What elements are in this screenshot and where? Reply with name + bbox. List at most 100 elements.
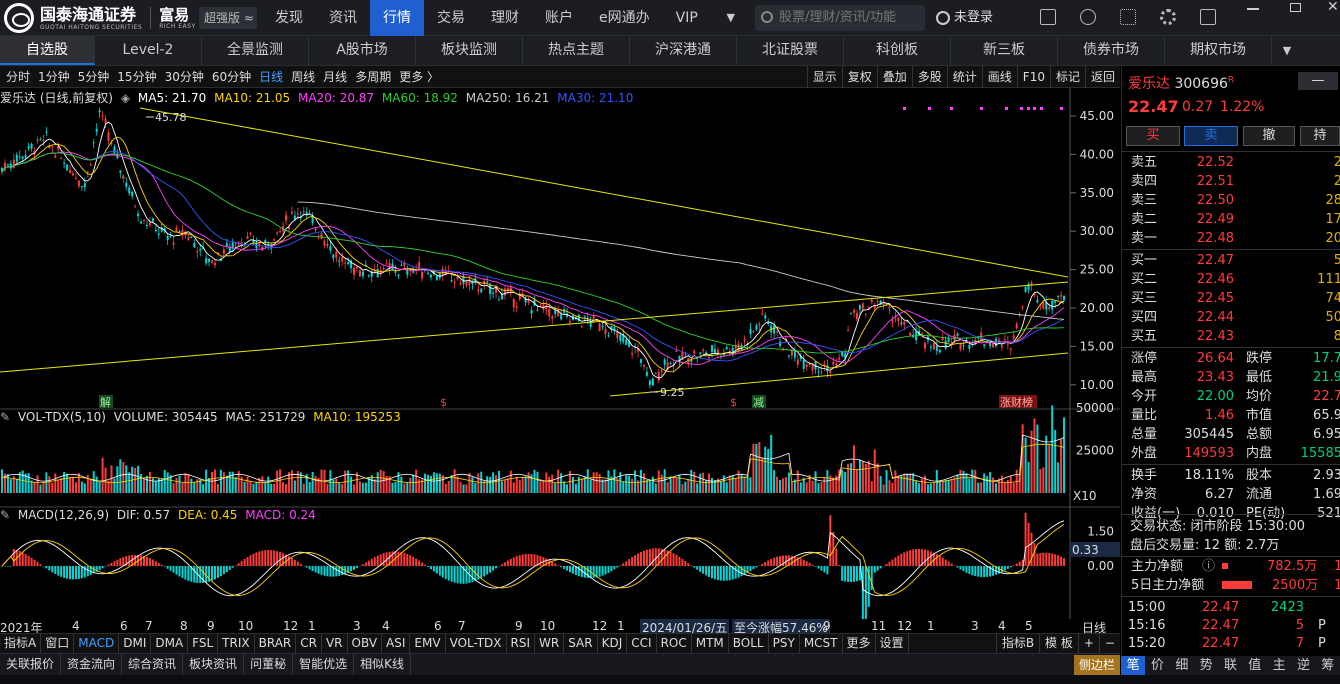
period-item[interactable]: 月线 xyxy=(319,66,351,88)
bottom-tab[interactable]: 相似K线 xyxy=(354,654,411,675)
bid-row[interactable]: 买一 22.47 5 xyxy=(1122,251,1340,270)
edition-select[interactable]: 超强版 ≈ xyxy=(199,7,257,29)
tab-item[interactable]: 沪深港通 xyxy=(630,36,737,65)
tab-item[interactable]: Level-2 xyxy=(95,36,202,65)
period-item[interactable]: 周线 xyxy=(287,66,319,88)
tab-item[interactable]: 期权市场 xyxy=(1165,36,1272,65)
indicator-tab[interactable]: MTM xyxy=(692,634,729,653)
indicator-tab[interactable]: ASI xyxy=(382,634,411,653)
top-nav-item[interactable]: 发现 xyxy=(262,0,316,36)
top-nav-item[interactable]: 交易 xyxy=(424,0,478,36)
bottom-tab[interactable]: 资金流向 xyxy=(61,654,123,675)
indicator-tab[interactable]: MCST xyxy=(800,634,843,653)
tabs-more-icon[interactable]: ▼ xyxy=(1272,36,1302,65)
indicator-tab[interactable]: KDJ xyxy=(598,634,628,653)
info-icon[interactable]: ⓘ xyxy=(1202,557,1215,576)
bid-row[interactable]: 买五 22.43 8 xyxy=(1122,327,1340,346)
close-icon[interactable]: ✕ xyxy=(1327,0,1339,14)
trade-button[interactable]: 撤 xyxy=(1243,126,1295,146)
indicator-tab[interactable]: VR xyxy=(322,634,348,653)
period-item[interactable]: 5分钟 xyxy=(74,66,114,88)
bid-row[interactable]: 买二 22.46 111 xyxy=(1122,270,1340,289)
minimize-icon[interactable] xyxy=(1247,8,1259,10)
chart-tool-button[interactable]: 叠加 xyxy=(876,66,912,88)
indicator-tab[interactable]: 更多 xyxy=(843,634,876,653)
period-item[interactable]: 分时 xyxy=(2,66,34,88)
chart-tool-button[interactable]: 多股 xyxy=(911,66,947,88)
period-item[interactable]: 多周期 xyxy=(351,66,395,88)
quote-tab[interactable]: 价 xyxy=(1145,656,1169,675)
top-nav-item[interactable]: 账户 xyxy=(532,0,586,36)
indicator-tab[interactable]: TRIX xyxy=(218,634,255,653)
tab-item[interactable]: 新三板 xyxy=(951,36,1058,65)
ask-row[interactable]: 卖五 22.52 2 xyxy=(1122,153,1340,172)
chart-tool-button[interactable]: 画线 xyxy=(981,66,1017,88)
indicator-tool[interactable]: 模 板 xyxy=(1039,634,1078,653)
bottom-tab[interactable]: 板块资讯 xyxy=(183,654,245,675)
period-item[interactable]: 1分钟 xyxy=(34,66,74,88)
tab-item[interactable]: 科创板 xyxy=(844,36,951,65)
apps-icon[interactable] xyxy=(1120,9,1136,25)
bottom-tab[interactable]: 关联报价 xyxy=(0,654,62,675)
chart-tool-button[interactable]: 显示 xyxy=(806,66,842,88)
indicator-tab[interactable]: SAR xyxy=(564,634,598,653)
quote-tab[interactable]: 主 xyxy=(1267,656,1291,675)
search-input[interactable]: 股票/理财/资讯/功能 xyxy=(755,5,925,31)
top-nav-item[interactable]: 理财 xyxy=(478,0,532,36)
nav-more-icon[interactable]: ▼ xyxy=(711,0,751,36)
trade-button[interactable]: 买 xyxy=(1126,126,1180,146)
quote-tab[interactable]: 值 xyxy=(1243,656,1267,675)
tab-item[interactable]: 自选股 xyxy=(0,36,95,65)
indicator-tab[interactable]: FSL xyxy=(188,634,219,653)
indicator-tab[interactable]: CCI xyxy=(627,634,657,653)
ask-row[interactable]: 卖三 22.50 28 xyxy=(1122,191,1340,210)
indicator-tab[interactable]: DMI xyxy=(119,634,152,653)
top-nav-item[interactable]: 行情 xyxy=(370,0,424,36)
chart-tool-button[interactable]: F10 xyxy=(1016,66,1050,88)
quote-tab[interactable]: 筹 xyxy=(1316,656,1340,675)
quote-tab[interactable]: 细 xyxy=(1170,656,1194,675)
trade-button[interactable]: 持 xyxy=(1300,126,1340,146)
indicator-tab[interactable]: OBV xyxy=(348,634,383,653)
indicator-tab[interactable]: PSY xyxy=(769,634,800,653)
indicator-tab[interactable]: RSI xyxy=(507,634,536,653)
quote-tab[interactable]: 联 xyxy=(1218,656,1242,675)
indicator-tool[interactable]: − xyxy=(1098,634,1120,653)
sidebar-button[interactable]: 侧边栏 xyxy=(1074,655,1120,675)
chart-tool-button[interactable]: 复权 xyxy=(841,66,877,88)
tab-item[interactable]: A股市场 xyxy=(309,36,416,65)
tab-item[interactable]: 债券市场 xyxy=(1058,36,1165,65)
maximize-icon[interactable] xyxy=(1290,3,1301,12)
period-item[interactable]: 60分钟 xyxy=(208,66,255,88)
chart-tool-button[interactable]: 标记 xyxy=(1049,66,1085,88)
bottom-tab[interactable]: 问董秘 xyxy=(244,654,294,675)
indicator-tab[interactable]: 窗口 xyxy=(41,634,75,653)
indicator-tab[interactable]: VOL-TDX xyxy=(446,634,507,653)
ask-row[interactable]: 卖四 22.51 2 xyxy=(1122,172,1340,191)
period-item[interactable]: 15分钟 xyxy=(113,66,160,88)
indicator-tool[interactable]: 指标B xyxy=(995,634,1039,653)
indicator-tab[interactable]: WR xyxy=(535,634,565,653)
login-button[interactable]: 未登录 xyxy=(936,0,993,36)
bid-row[interactable]: 买三 22.45 74 xyxy=(1122,289,1340,308)
kline-chart[interactable]: 45.00 40.00 35.00 30.00 25.00 20.00 15.00 10.00… xyxy=(0,88,1120,619)
trade-button[interactable]: 卖 xyxy=(1184,126,1238,146)
collapse-button[interactable]: — xyxy=(1298,72,1338,90)
legend-settings-icon[interactable]: ◈ xyxy=(121,91,130,105)
ask-row[interactable]: 卖二 22.49 17 xyxy=(1122,210,1340,229)
quote-tab[interactable]: 势 xyxy=(1194,656,1218,675)
bid-row[interactable]: 买四 22.44 50 xyxy=(1122,308,1340,327)
gear-icon[interactable] xyxy=(1160,9,1176,25)
indicator-tab[interactable]: 设置 xyxy=(876,634,909,653)
indicator-tab[interactable]: CR xyxy=(296,634,322,653)
period-item[interactable]: 更多 〉 xyxy=(395,66,443,88)
tab-item[interactable]: 板块监测 xyxy=(416,36,523,65)
chart-tool-button[interactable]: 统计 xyxy=(946,66,982,88)
tab-item[interactable]: 热点主题 xyxy=(523,36,630,65)
chart-tool-button[interactable]: 返回 xyxy=(1084,66,1120,88)
indicator-tab[interactable]: 指标A xyxy=(0,634,42,653)
bottom-tab[interactable]: 综合资讯 xyxy=(122,654,184,675)
quote-tab[interactable]: 逆 xyxy=(1291,656,1315,675)
top-nav-item[interactable]: 资讯 xyxy=(316,0,370,36)
top-nav-item[interactable]: e网通办 xyxy=(586,0,663,36)
